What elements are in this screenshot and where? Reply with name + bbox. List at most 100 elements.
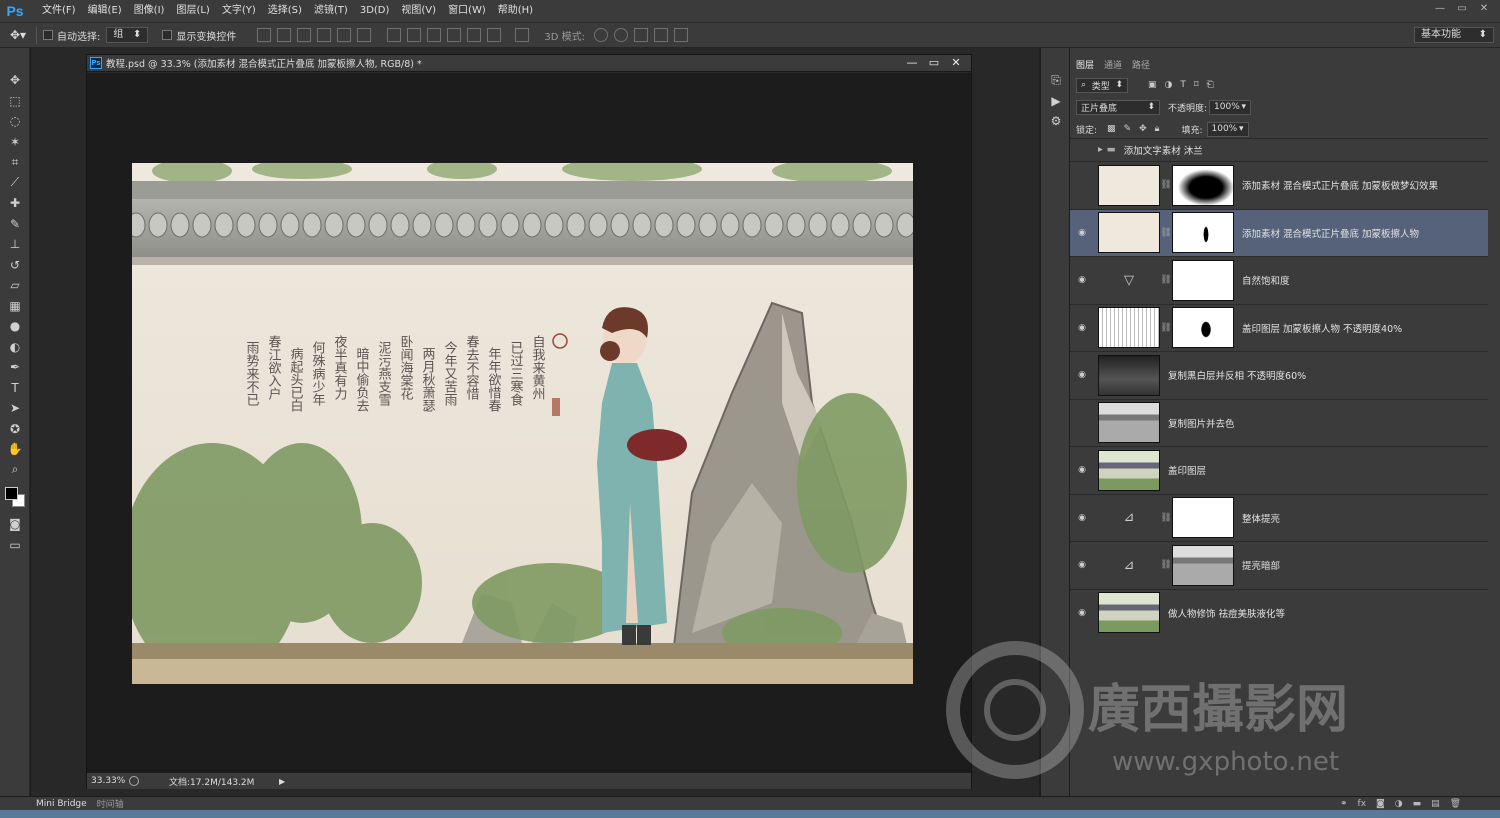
distribute-top-icon[interactable] <box>387 28 402 42</box>
filter-type-icon[interactable]: T <box>1180 80 1186 90</box>
layer-filter-kind[interactable]: ⌕ 类型 ⬍ <box>1076 77 1128 93</box>
canvas-pasteboard[interactable]: 自我来黄州 已过三寒食 年年欲惜春 春去不容惜 今年又苦雨 两月秋萧瑟 卧闻海棠花 泥污燕支雪… <box>87 73 971 773</box>
eye-icon[interactable]: ◉ <box>1070 275 1094 285</box>
canvas-image[interactable]: 自我来黄州已过三寒食年年欲惜春春去不容惜今年又苦雨两月秋萧瑟卧闻海棠花泥污燕支雪… <box>132 163 913 684</box>
auto-select-dropdown[interactable]: 组 ⬍ <box>106 27 149 43</box>
path-selection-tool-icon[interactable]: ➤ <box>0 398 30 419</box>
history-panel-icon[interactable]: ⎘ <box>1041 70 1071 91</box>
distribute-hcenter-icon[interactable] <box>467 28 482 42</box>
foreground-color-swatch[interactable] <box>5 487 18 500</box>
add-mask-icon[interactable]: ◙ <box>1376 799 1385 809</box>
align-hcenter-icon[interactable] <box>337 28 352 42</box>
3d-scale-icon[interactable] <box>674 28 688 42</box>
opacity-input[interactable]: 100% ▾ <box>1209 99 1252 115</box>
restore-button[interactable]: ▭ <box>1452 2 1472 16</box>
doc-close-button[interactable]: ✕ <box>947 55 965 71</box>
layer-mask-thumbnail[interactable] <box>1172 212 1234 253</box>
layer-mask-thumbnail[interactable] <box>1172 307 1234 348</box>
mask-link-icon[interactable]: ⛓ <box>1160 228 1172 238</box>
layer-thumbnail[interactable] <box>1098 354 1160 396</box>
layer-mask-thumbnail[interactable] <box>1172 544 1234 586</box>
layer-group-row[interactable]: ◉ ▸ ▬ 添加文字素材 沐兰 <box>1070 138 1488 160</box>
mask-link-icon[interactable]: ⛓ <box>1160 180 1172 190</box>
filter-smart-object-icon[interactable]: ⎗ <box>1207 80 1214 90</box>
actions-panel-icon[interactable]: ▶ <box>1041 91 1071 112</box>
delete-layer-icon[interactable]: 🗑︎ <box>1450 799 1461 809</box>
hand-tool-icon[interactable]: ✋ <box>0 439 30 460</box>
menu-item[interactable]: 视图(V) <box>395 0 442 22</box>
blend-mode-dropdown[interactable]: 正片叠底 ⬍ <box>1076 99 1160 115</box>
layer-thumbnail[interactable] <box>1098 212 1160 253</box>
type-tool-icon[interactable]: T <box>0 378 30 399</box>
lock-image-icon[interactable]: ✎ <box>1124 124 1132 134</box>
menu-item[interactable]: 选择(S) <box>262 0 308 22</box>
layer-row[interactable]: ◉ ⊿ ⛓ 整体提亮 <box>1070 493 1488 541</box>
layer-thumbnail[interactable] <box>1098 164 1160 206</box>
distribute-left-icon[interactable] <box>447 28 462 42</box>
distribute-vcenter-icon[interactable] <box>407 28 422 42</box>
zoom-tool-icon[interactable]: ⌕ <box>0 460 30 481</box>
screen-mode-icon[interactable]: ▭ <box>0 535 30 556</box>
group-expand-arrow-icon[interactable]: ▸ <box>1098 144 1103 155</box>
shape-tool-icon[interactable]: ✪ <box>0 419 30 440</box>
menu-item[interactable]: 帮助(H) <box>492 0 539 22</box>
quick-mask-icon[interactable]: ◙ <box>0 514 30 535</box>
eyedropper-tool-icon[interactable]: ⟋ <box>0 173 30 194</box>
menu-item[interactable]: 文字(Y) <box>216 0 262 22</box>
menu-item[interactable]: 文件(F) <box>36 0 82 22</box>
clone-stamp-tool-icon[interactable]: ⊥ <box>0 234 30 255</box>
align-bottom-icon[interactable] <box>297 28 312 42</box>
gradient-tool-icon[interactable]: ▦ <box>0 296 30 317</box>
dodge-tool-icon[interactable]: ◐ <box>0 337 30 358</box>
align-vcenter-icon[interactable] <box>277 28 292 42</box>
3d-slide-icon[interactable] <box>654 28 668 42</box>
menu-item[interactable]: 图像(I) <box>128 0 171 22</box>
workspace-switcher[interactable]: 基本功能 ⬍ <box>1414 27 1494 43</box>
new-layer-icon[interactable]: ▤ <box>1431 799 1440 809</box>
eye-icon[interactable]: ◉ <box>1070 370 1094 380</box>
blur-tool-icon[interactable]: ● <box>0 316 30 337</box>
move-tool-icon[interactable]: ✥ <box>0 70 30 91</box>
layer-thumbnail[interactable] <box>1098 402 1160 443</box>
lock-all-icon[interactable]: 🔒︎ <box>1155 124 1160 134</box>
menu-item[interactable]: 滤镜(T) <box>308 0 354 22</box>
close-button[interactable]: ✕ <box>1474 2 1494 16</box>
show-transform-checkbox[interactable] <box>162 30 173 40</box>
layer-row[interactable]: ◉ 盖印图层 <box>1070 446 1488 493</box>
mask-link-icon[interactable]: ⛓ <box>1160 560 1172 570</box>
3d-pan-icon[interactable] <box>634 28 648 42</box>
layer-thumbnail[interactable] <box>1098 449 1160 491</box>
layer-row[interactable]: ◉ 做人物修饰 祛痘美肤液化等 <box>1070 588 1488 636</box>
menu-item[interactable]: 编辑(E) <box>82 0 128 22</box>
menu-item[interactable]: 3D(D) <box>354 0 396 22</box>
zoom-level[interactable]: 33.33% <box>91 776 129 786</box>
eye-icon[interactable]: ◉ <box>1070 513 1094 523</box>
fill-input[interactable]: 100% ▾ <box>1206 121 1249 137</box>
filter-shape-icon[interactable]: ⌑ <box>1194 80 1199 90</box>
eye-icon[interactable]: ◉ <box>1070 323 1094 333</box>
status-menu-arrow-icon[interactable]: ▶ <box>279 777 285 786</box>
timeline-tab[interactable]: 时间轴 <box>97 797 124 810</box>
document-tab[interactable]: Ps 教程.psd @ 33.3% (添加素材 混合模式正片叠底 加蒙板擦人物,… <box>87 55 971 72</box>
brush-tool-icon[interactable]: ✎ <box>0 214 30 235</box>
layer-row[interactable]: 复制图片并去色 <box>1070 398 1488 446</box>
layer-row[interactable]: ⛓ 添加素材 混合模式正片叠底 加蒙板做梦幻效果 <box>1070 161 1488 208</box>
layer-row[interactable]: ◉ 复制黑白层并反相 不透明度60% <box>1070 351 1488 398</box>
crop-tool-icon[interactable]: ⌗ <box>0 152 30 173</box>
move-tool-preset-icon[interactable]: ✥▾ <box>0 28 36 42</box>
lock-position-icon[interactable]: ✥ <box>1139 124 1147 134</box>
doc-minimize-button[interactable]: — <box>903 55 921 71</box>
auto-select-checkbox[interactable] <box>43 30 53 40</box>
distribute-bottom-icon[interactable] <box>427 28 442 42</box>
menu-item[interactable]: 图层(L) <box>170 0 215 22</box>
layer-style-icon[interactable]: fx <box>1358 799 1367 809</box>
status-info-icon[interactable] <box>129 776 139 786</box>
new-group-icon[interactable]: ▬ <box>1413 799 1422 809</box>
lock-transparent-icon[interactable]: ▩ <box>1107 124 1116 134</box>
align-right-icon[interactable] <box>357 28 372 42</box>
properties-panel-icon[interactable]: ⚙ <box>1041 111 1071 132</box>
tab-paths[interactable]: 路径 <box>1132 58 1150 71</box>
layer-mask-thumbnail[interactable] <box>1172 497 1234 538</box>
mask-link-icon[interactable]: ⛓ <box>1160 275 1172 285</box>
mask-link-icon[interactable]: ⛓ <box>1160 513 1172 523</box>
